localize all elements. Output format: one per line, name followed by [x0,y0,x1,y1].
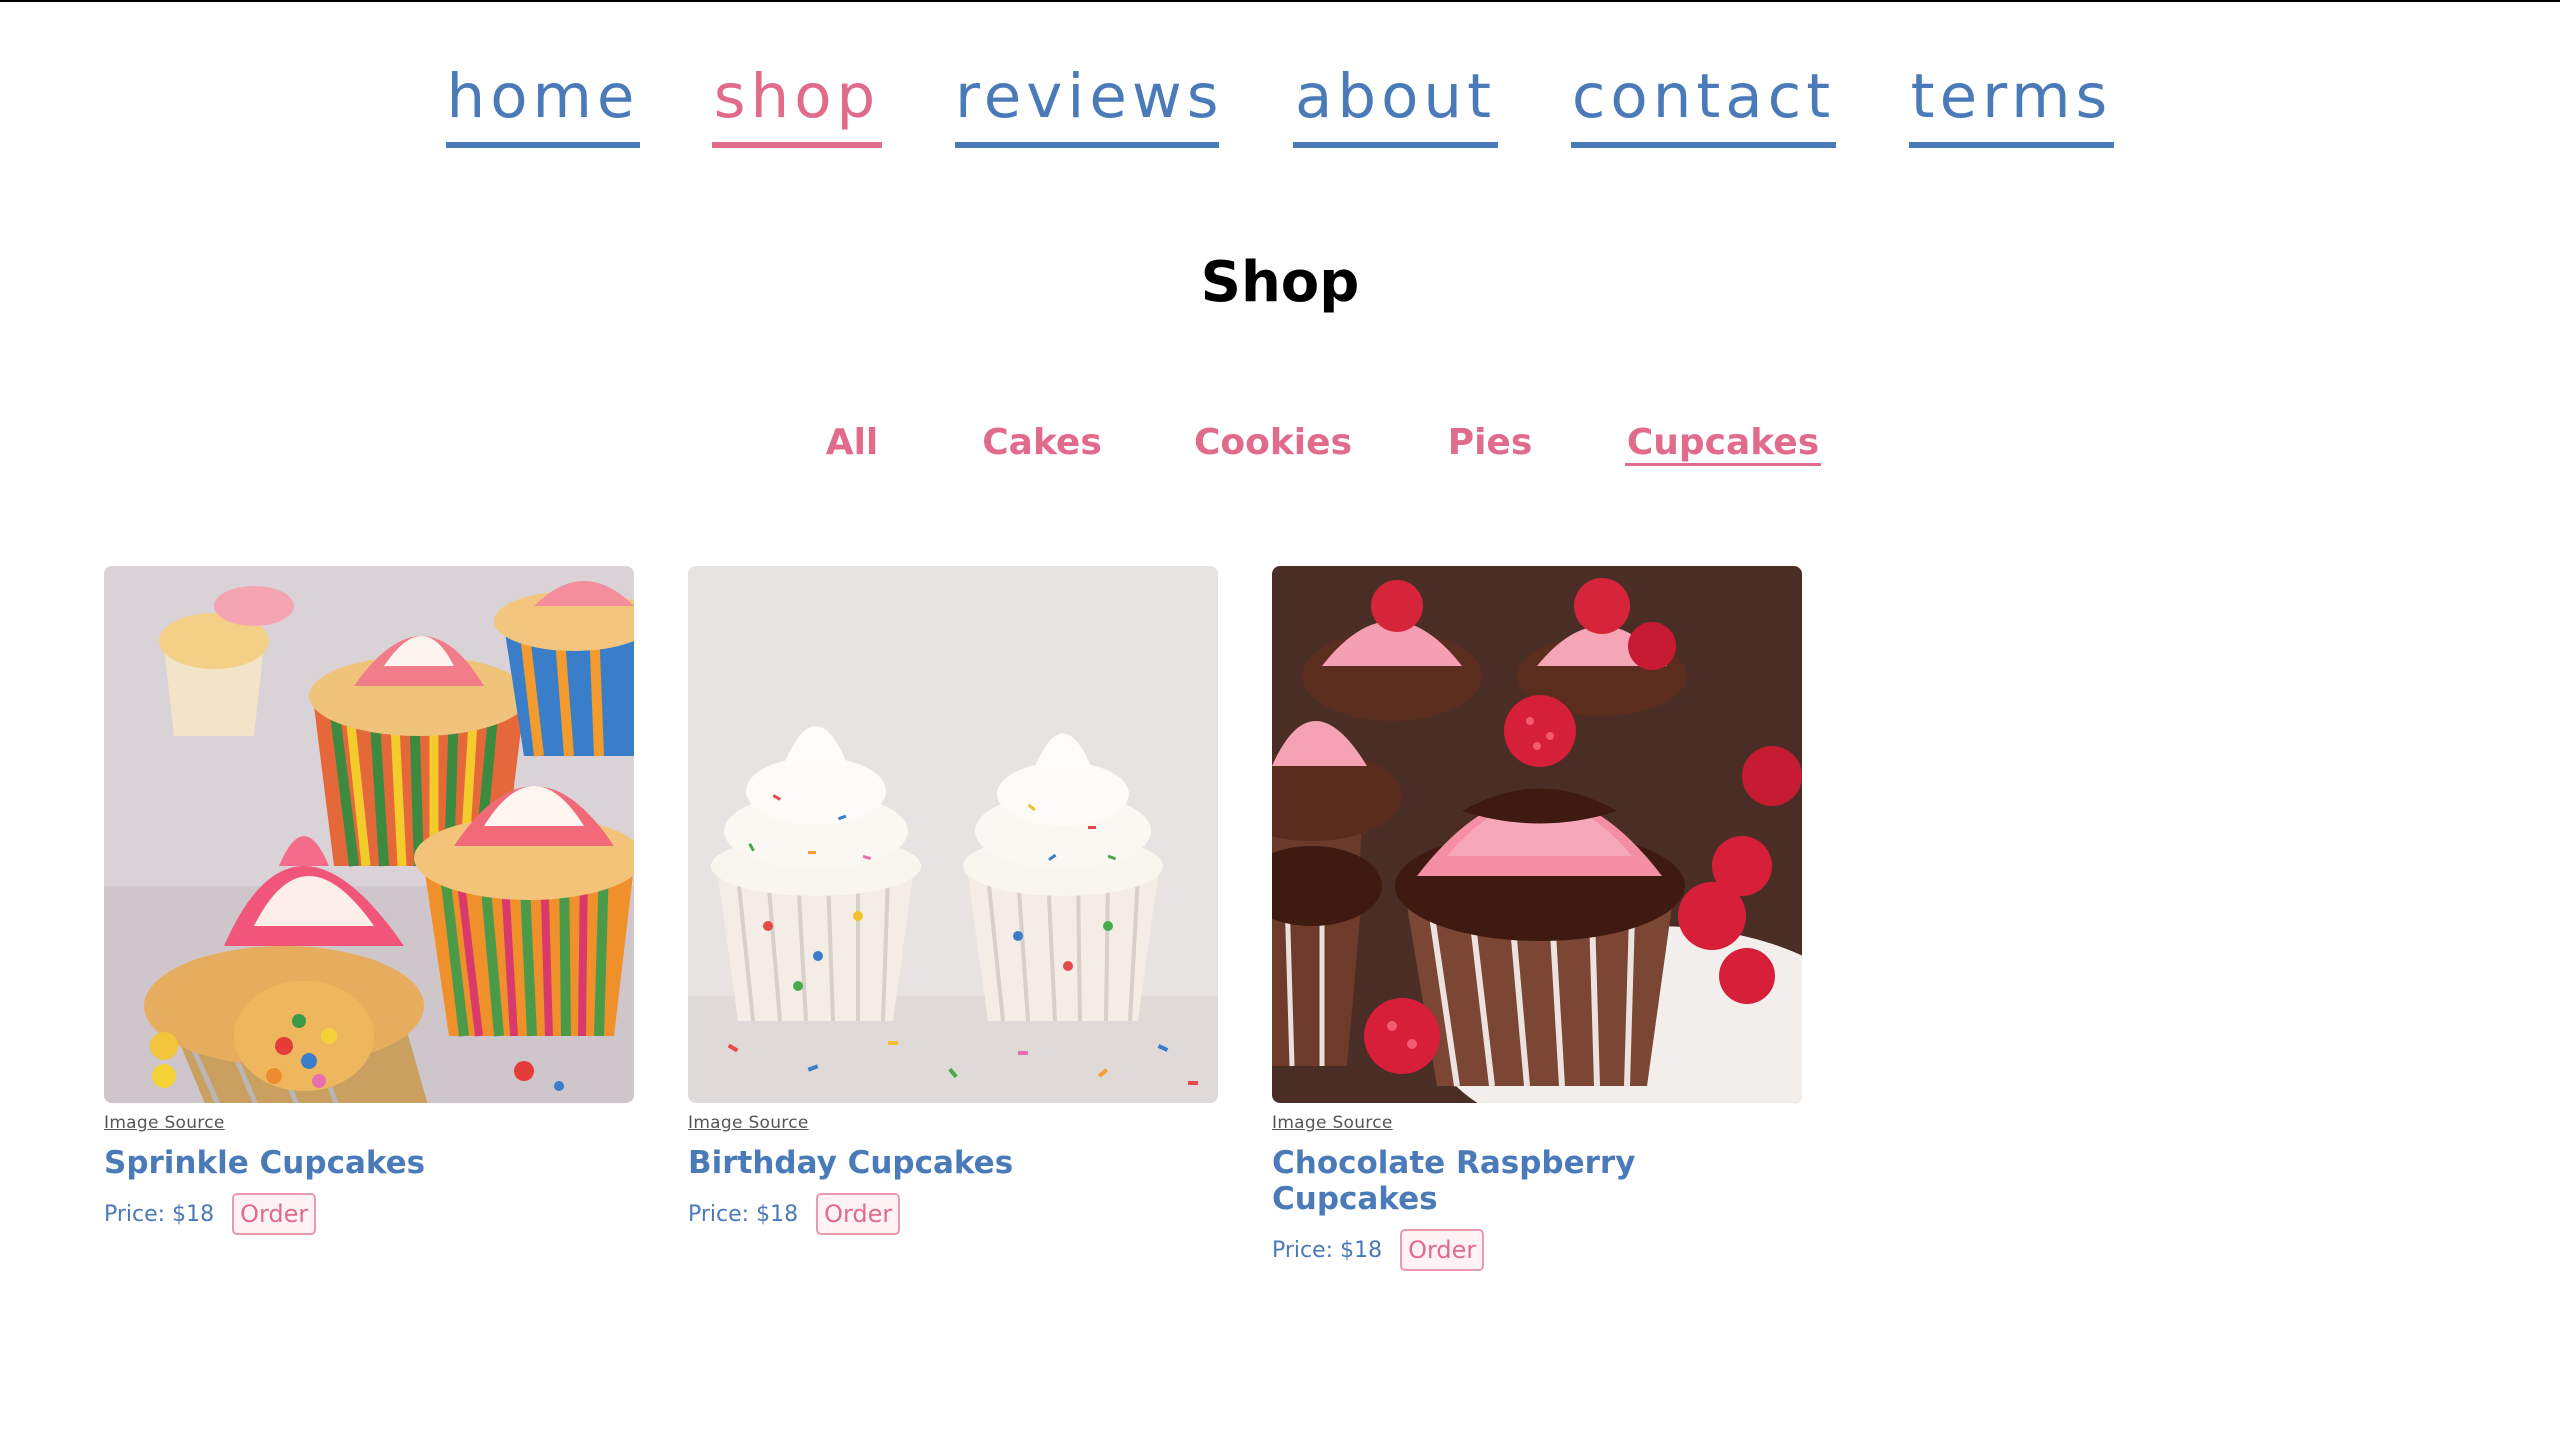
product-price: Price: $18 [1272,1237,1383,1263]
product-card: Image Source Birthday Cupcakes Price: $1… [688,566,1218,1237]
filter-cookies[interactable]: Cookies [1192,418,1354,468]
image-source-link[interactable]: Image Source [688,1113,809,1133]
order-button[interactable]: Order [232,1193,317,1235]
nav-terms-link[interactable]: terms [1909,62,2114,148]
product-card: Image Source Sprinkle Cupcakes Price: $1… [104,566,634,1237]
product-name: Sprinkle Cupcakes [104,1145,426,1181]
image-source-link[interactable]: Image Source [1272,1113,1393,1133]
nav-contact-link[interactable]: contact [1571,62,1836,148]
product-name: Birthday Cupcakes [688,1145,1014,1181]
birthday-cupcakes-image [688,566,1218,1103]
filter-pies[interactable]: Pies [1442,418,1538,468]
nav-shop-link[interactable]: shop [712,62,882,148]
filter-all[interactable]: All [812,418,892,468]
chocolate-raspberry-cupcakes-image [1272,566,1802,1103]
nav-home-link[interactable]: home [446,62,640,148]
product-price: Price: $18 [104,1201,215,1227]
nav-about-link[interactable]: about [1293,62,1498,148]
order-button[interactable]: Order [816,1193,901,1235]
top-border-line [0,0,2560,2]
product-price: Price: $18 [688,1201,799,1227]
category-filter-bar: All Cakes Cookies Pies Cupcakes [0,418,2560,488]
sprinkle-cupcakes-image [104,566,634,1103]
filter-cakes[interactable]: Cakes [980,418,1104,468]
main-nav: home shop reviews about contact terms [0,62,2560,162]
price-row: Price: $18 Order [104,1191,634,1237]
page-title: Shop [1200,250,1360,315]
product-card: Image Source Chocolate Raspberry Cupcake… [1272,566,1802,1273]
filter-cupcakes[interactable]: Cupcakes [1625,418,1821,466]
product-name: Chocolate Raspberry Cupcakes [1272,1145,1636,1217]
image-source-link[interactable]: Image Source [104,1113,225,1133]
price-row: Price: $18 Order [688,1191,1218,1237]
order-button[interactable]: Order [1400,1229,1485,1271]
nav-reviews-link[interactable]: reviews [955,62,1219,148]
price-row: Price: $18 Order [1272,1227,1802,1273]
